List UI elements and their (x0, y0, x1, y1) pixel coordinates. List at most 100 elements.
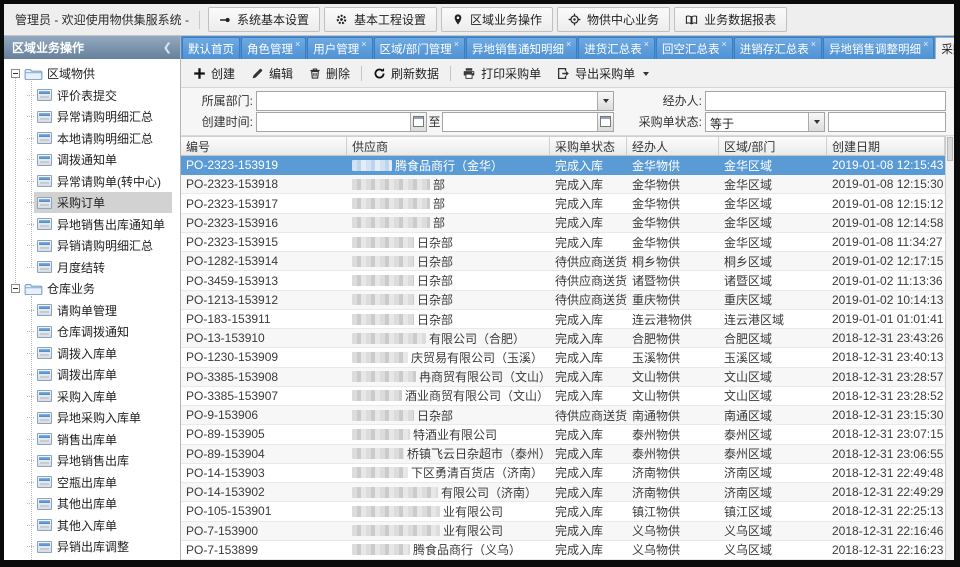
tab-item[interactable]: 默认首页 (182, 37, 240, 59)
tab-item[interactable]: 进货汇总表× (578, 37, 655, 59)
column-header[interactable]: 供应商 (347, 137, 550, 155)
tab-active[interactable]: 采购订单× (935, 37, 954, 59)
tree-item[interactable]: 异地采购入库单 (4, 407, 180, 429)
tree-item[interactable]: 本地请购明细汇总 (4, 128, 180, 150)
column-header[interactable]: 经办人 (627, 137, 719, 155)
tree-item[interactable]: 请购单管理 (4, 300, 180, 322)
table-row[interactable]: PO-1282-153914日杂部待供应商送货桐乡物供桐乡区域2019-01-0… (181, 252, 945, 271)
table-row[interactable]: PO-3459-153913日杂部待供应商送货诸暨物供诸暨区域2019-01-0… (181, 271, 945, 290)
chevron-down-icon[interactable] (597, 92, 613, 110)
calendar-icon[interactable] (410, 113, 426, 131)
table-row[interactable]: PO-1230-153909庆贸易有限公司（玉溪）完成入库玉溪物供玉溪区域201… (181, 348, 945, 367)
tree-item[interactable]: 异常请购单(转中心) (4, 171, 180, 193)
table-row[interactable]: PO-7-153900业有限公司完成入库义乌物供义乌区域2018-12-31 2… (181, 522, 945, 541)
tab-item[interactable]: 回空汇总表× (656, 37, 733, 59)
department-label: 所属部门: (189, 92, 253, 109)
table-row[interactable]: PO-1213-153912日杂部待供应商送货重庆物供重庆区域2019-01-0… (181, 291, 945, 310)
edit-button[interactable]: 编辑 (243, 61, 301, 85)
close-icon[interactable]: × (923, 39, 928, 49)
collapse-expander-icon[interactable] (11, 69, 20, 78)
table-row[interactable]: PO-2323-153916部完成入库金华物供金华区域2019-01-08 12… (181, 214, 945, 233)
tree-folder[interactable]: 区域物供 (4, 63, 180, 85)
chevron-down-icon[interactable] (808, 113, 824, 131)
topbar-menu-regional-business-ops[interactable]: 区域业务操作 (441, 7, 553, 32)
table-row[interactable]: PO-14-153903下区勇清百货店（济南）完成入库济南物供济南区域2018-… (181, 464, 945, 483)
table-row[interactable]: PO-2323-153918部完成入库金华物供金华区域2019-01-08 12… (181, 175, 945, 194)
cell-po-number: PO-2323-153915 (181, 235, 347, 249)
tree-item-content: 请购单管理 (34, 300, 172, 321)
tree-item[interactable]: 采购订单 (4, 192, 180, 214)
column-header[interactable]: 区域/部门 (719, 137, 827, 155)
tree-item[interactable]: 异地销售出库 (4, 450, 180, 472)
topbar-menu-business-data-reports[interactable]: 业务数据报表 (674, 7, 787, 32)
tree-folder[interactable]: 仓库业务 (4, 278, 180, 300)
close-icon[interactable]: × (454, 39, 459, 49)
status-operator-select[interactable]: 等于 (705, 112, 825, 132)
tree-item[interactable]: 调拨通知单 (4, 149, 180, 171)
date-from-input[interactable] (256, 112, 427, 132)
close-icon[interactable]: × (811, 39, 816, 49)
table-row[interactable]: PO-3385-153907酒业商贸有限公司（文山）完成入库文山物供文山区域20… (181, 387, 945, 406)
close-icon[interactable]: × (722, 39, 727, 49)
tree-item[interactable]: 月度结转 (4, 257, 180, 279)
close-icon[interactable]: × (361, 39, 366, 49)
close-icon[interactable]: × (644, 39, 649, 49)
table-row[interactable]: PO-3385-153908冉商贸有限公司（文山）完成入库文山物供文山区域201… (181, 368, 945, 387)
table-row[interactable]: PO-183-153911日杂部完成入库连云港物供连云港区域2019-01-01… (181, 310, 945, 329)
column-header[interactable]: 创建日期 (827, 137, 945, 155)
table-row[interactable]: PO-9-153906日杂部待供应商送货南通物供南通区域2018-12-31 2… (181, 406, 945, 425)
tree-item[interactable]: 异销出库调整 (4, 536, 180, 558)
close-icon[interactable]: × (295, 39, 300, 49)
operator-input[interactable] (705, 91, 946, 111)
tab-item[interactable]: 进销存汇总表× (734, 37, 822, 59)
table-row[interactable]: PO-89-153904桥镇飞云日杂超市（泰州）完成入库泰州物供泰州区域2018… (181, 445, 945, 464)
tree-item-label: 请购单管理 (57, 302, 117, 319)
tree-item[interactable]: 采购入库单 (4, 386, 180, 408)
tree-item[interactable]: 调拨入库单 (4, 343, 180, 365)
close-icon[interactable]: × (566, 39, 571, 49)
vertical-scrollbar[interactable] (945, 136, 954, 560)
calendar-icon[interactable] (597, 113, 613, 131)
topbar-menu-supply-center-business[interactable]: 物供中心业务 (557, 7, 670, 32)
delete-button[interactable]: 删除 (301, 61, 358, 85)
column-header[interactable]: 采购单状态 (550, 137, 627, 155)
topbar-menu-basic-project-settings[interactable]: 基本工程设置 (324, 7, 437, 32)
scrollbar-thumb[interactable] (947, 137, 953, 161)
topbar-menu-system-basic-settings[interactable]: 系统基本设置 (208, 7, 320, 32)
sidebar-collapse-icon[interactable]: ❮ (163, 41, 172, 54)
table-row[interactable]: PO-2323-153915日杂部完成入库金华物供金华区域2019-01-08 … (181, 233, 945, 252)
table-row[interactable]: PO-13-153910有限公司（合肥）完成入库合肥物供合肥区域2018-12-… (181, 329, 945, 348)
tab-item[interactable]: 异地销售调整明细× (823, 37, 934, 59)
table-row-selected[interactable]: PO-2323-153919腾食品商行（金华）完成入库金华物供金华区域2019-… (181, 156, 945, 175)
collapse-expander-icon[interactable] (11, 284, 20, 293)
tree-item[interactable]: 空瓶出库单 (4, 472, 180, 494)
column-header[interactable]: 编号 (181, 137, 347, 155)
tree-item[interactable]: 调拨出库单 (4, 364, 180, 386)
tab-item[interactable]: 异地销售通知明细× (466, 37, 577, 59)
tree-item[interactable]: 其他入库单 (4, 515, 180, 537)
create-button[interactable]: 创建 (185, 61, 243, 85)
tab-item[interactable]: 区域/部门管理× (374, 37, 465, 59)
tree-item[interactable]: 异销请购明细汇总 (4, 235, 180, 257)
table-row[interactable]: PO-89-153905特酒业有限公司完成入库泰州物供泰州区域2018-12-3… (181, 425, 945, 444)
date-to-input[interactable] (442, 112, 614, 132)
department-select[interactable] (256, 91, 614, 111)
refresh-button[interactable]: 刷新数据 (365, 61, 447, 85)
print-po-button[interactable]: 打印采购单 (454, 61, 549, 85)
status-value-input[interactable] (828, 112, 946, 132)
table-row[interactable]: PO-14-153902有限公司（济南）完成入库济南物供济南区域2018-12-… (181, 483, 945, 502)
menu-label: 业务数据报表 (704, 11, 776, 28)
tab-item[interactable]: 用户管理× (307, 37, 372, 59)
tab-item[interactable]: 角色管理× (241, 37, 306, 59)
export-po-button[interactable]: 导出采购单 (549, 61, 657, 85)
tree-item[interactable]: 评价表提交 (4, 85, 180, 107)
table-row[interactable]: PO-7-153899腾食品商行（义乌）完成入库义乌物供义乌区域2018-12-… (181, 541, 945, 560)
export-icon (557, 67, 570, 80)
tree-item[interactable]: 异常请购明细汇总 (4, 106, 180, 128)
tree-item[interactable]: 其他出库单 (4, 493, 180, 515)
table-row[interactable]: PO-2323-153917部完成入库金华物供金华区域2019-01-08 12… (181, 194, 945, 213)
tree-item[interactable]: 仓库调拨通知 (4, 321, 180, 343)
tree-item[interactable]: 销售出库单 (4, 429, 180, 451)
table-row[interactable]: PO-105-153901业有限公司完成入库镇江物供镇江区域2018-12-31… (181, 502, 945, 521)
tree-item[interactable]: 异地销售出库通知单 (4, 214, 180, 236)
